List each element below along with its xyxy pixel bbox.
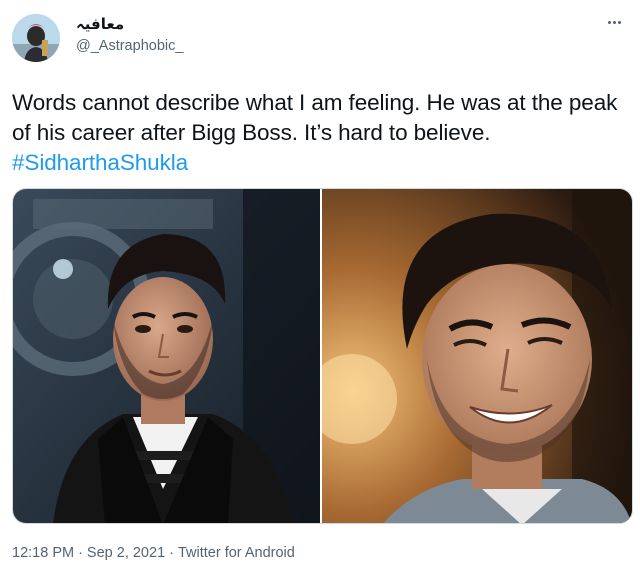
meta-separator: · bbox=[169, 545, 174, 561]
tweet-text: Words cannot describe what I am feeling.… bbox=[12, 88, 632, 178]
photo-left[interactable] bbox=[13, 189, 322, 523]
tweet-time[interactable]: 12:18 PM bbox=[12, 545, 74, 561]
user-handle[interactable]: @_Astraphobic_ bbox=[76, 38, 183, 54]
more-horizontal-icon[interactable] bbox=[602, 12, 626, 32]
hashtag-link[interactable]: #SidharthaShukla bbox=[12, 150, 188, 175]
tweet-body: Words cannot describe what I am feeling.… bbox=[12, 90, 618, 145]
tweet-date[interactable]: Sep 2, 2021 bbox=[87, 545, 165, 561]
tweet-card: معافیہ @_Astraphobic_ Words cannot descr… bbox=[0, 0, 640, 572]
media-grid bbox=[12, 188, 633, 524]
photo-right[interactable] bbox=[322, 189, 632, 523]
dot bbox=[617, 20, 621, 24]
dot bbox=[612, 20, 616, 24]
display-name[interactable]: معافیہ bbox=[76, 15, 124, 33]
dot bbox=[607, 20, 611, 24]
tweet-meta: 12:18 PM · Sep 2, 2021 · Twitter for And… bbox=[12, 545, 295, 561]
tweet-source[interactable]: Twitter for Android bbox=[178, 545, 295, 561]
meta-separator: · bbox=[78, 545, 83, 561]
avatar[interactable] bbox=[12, 14, 60, 62]
